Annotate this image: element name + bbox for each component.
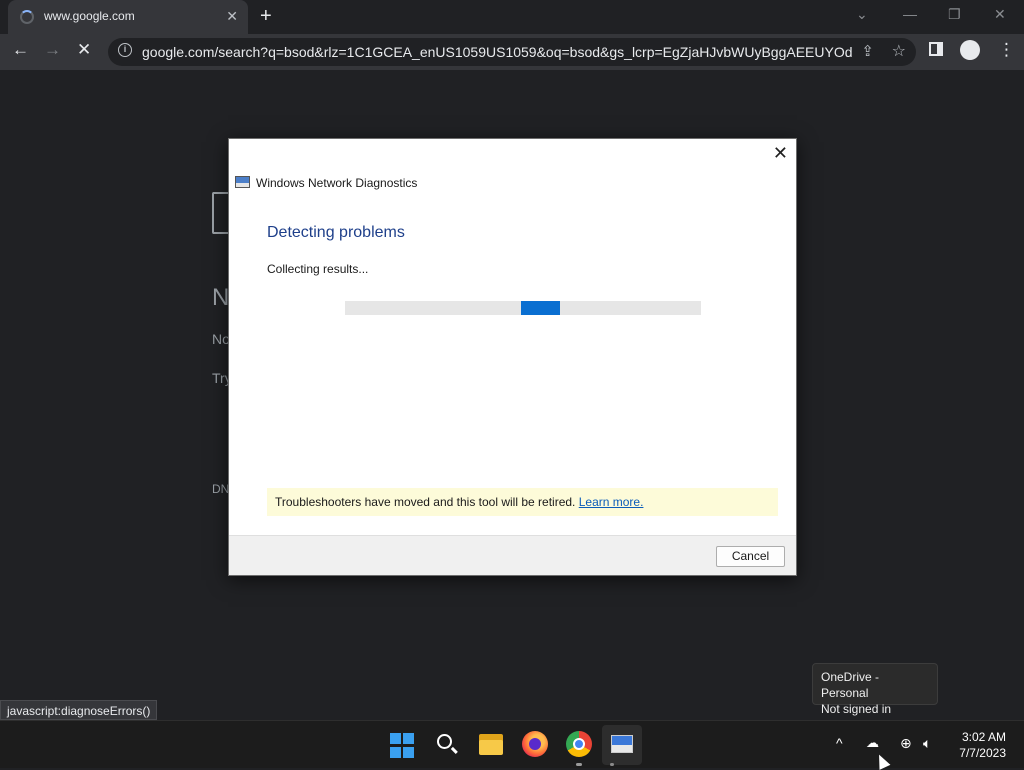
dialog-app-title: Windows Network Diagnostics <box>256 176 418 190</box>
dialog-footer: Cancel <box>229 535 796 575</box>
retirement-notice: Troubleshooters have moved and this tool… <box>267 488 778 516</box>
side-panel-icon[interactable] <box>929 42 943 56</box>
taskbar: ^ ☁ ⊕ 🔈︎ 3:02 AM 7/7/2023 <box>0 720 1024 768</box>
network-diagnostics-app-icon <box>235 176 250 188</box>
clock-date: 7/7/2023 <box>959 746 1006 760</box>
tab-title: www.google.com <box>44 9 135 23</box>
tab-search-chevron-icon[interactable]: ⌄ <box>856 6 868 23</box>
file-explorer-icon[interactable] <box>478 731 504 757</box>
firefox-icon[interactable] <box>522 731 548 757</box>
chrome-running-indicator <box>576 763 582 766</box>
clock-time: 3:02 AM <box>961 730 1006 744</box>
tooltip-line-2: Not signed in <box>821 702 892 716</box>
network-diagnostics-taskbar-icon[interactable] <box>611 735 633 753</box>
cancel-button[interactable]: Cancel <box>716 546 785 567</box>
profile-avatar-icon[interactable] <box>960 40 980 60</box>
forward-arrow-icon[interactable]: → <box>44 40 61 60</box>
window-close-icon[interactable]: ✕ <box>994 6 1006 23</box>
dialog-heading: Detecting problems <box>267 224 405 241</box>
browser-tab-bar: www.google.com ✕ + ⌄ — ❐ ✕ <box>0 0 1024 34</box>
status-bar-link: javascript:diagnoseErrors() <box>0 700 158 720</box>
progress-indicator <box>521 301 560 315</box>
show-hidden-icons-chevron-icon[interactable]: ^ <box>836 735 843 751</box>
volume-speaker-icon[interactable]: 🔈︎ <box>923 735 931 752</box>
tab-close-icon[interactable]: ✕ <box>226 8 238 25</box>
share-icon[interactable]: ⇪ <box>861 42 874 60</box>
start-windows-icon[interactable] <box>390 733 416 759</box>
tooltip-line-1: OneDrive - Personal <box>821 670 880 700</box>
chrome-icon[interactable] <box>566 731 592 757</box>
onedrive-tooltip: OneDrive - Personal Not signed in <box>812 663 938 716</box>
system-clock[interactable]: 3:02 AM 7/7/2023 <box>946 729 1006 761</box>
browser-tab[interactable]: www.google.com ✕ <box>8 0 248 34</box>
notice-text: Troubleshooters have moved and this tool… <box>275 495 576 509</box>
minimize-icon[interactable]: — <box>903 6 917 22</box>
address-bar[interactable]: i google.com/search?q=bsod&rlz=1C1GCEA_e… <box>108 38 916 66</box>
restore-icon[interactable]: ❐ <box>948 6 961 23</box>
browser-toolbar: ← → ✕ i google.com/search?q=bsod&rlz=1C1… <box>0 34 1024 70</box>
error-heading-fragment: N <box>212 284 230 311</box>
network-globe-icon[interactable]: ⊕ <box>900 735 912 752</box>
menu-kebab-icon[interactable]: ⋮ <box>998 40 1015 60</box>
url-text[interactable]: google.com/search?q=bsod&rlz=1C1GCEA_enU… <box>142 44 852 60</box>
network-diagnostics-dialog: ✕ Windows Network Diagnostics Detecting … <box>228 138 797 576</box>
loading-spinner-icon <box>20 10 34 24</box>
bookmark-star-icon[interactable]: ☆ <box>892 41 906 61</box>
search-icon[interactable] <box>434 731 460 757</box>
error-code-fragment: DN <box>212 482 230 496</box>
site-info-icon[interactable]: i <box>118 43 132 57</box>
dialog-status-text: Collecting results... <box>267 262 369 276</box>
onedrive-cloud-icon[interactable]: ☁ <box>866 735 879 751</box>
stop-loading-icon[interactable]: ✕ <box>77 40 91 60</box>
new-tab-button[interactable]: + <box>260 5 272 28</box>
progress-bar <box>345 301 701 315</box>
learn-more-link[interactable]: Learn more. <box>579 495 644 509</box>
back-arrow-icon[interactable]: ← <box>12 40 29 60</box>
netdiag-running-indicator <box>610 763 614 766</box>
dialog-close-icon[interactable]: ✕ <box>773 143 788 164</box>
